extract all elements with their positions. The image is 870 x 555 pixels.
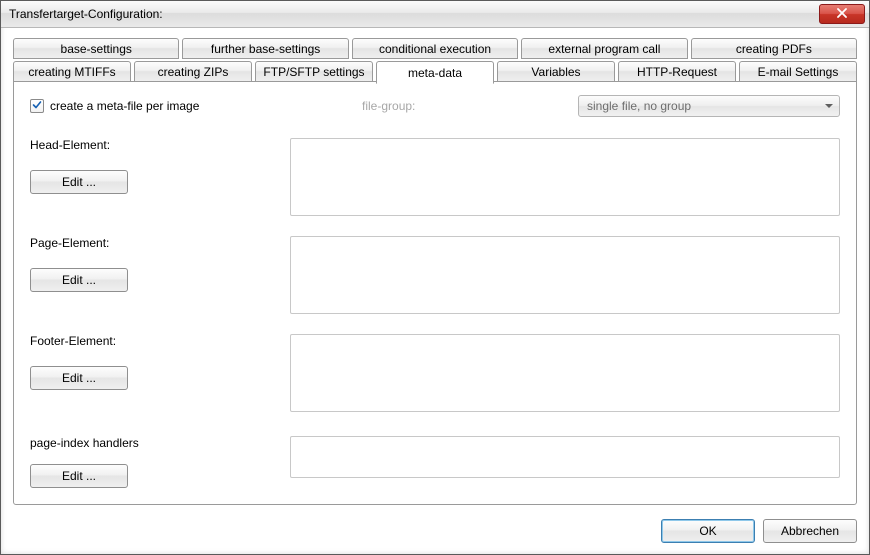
tab-variables[interactable]: Variables — [497, 61, 615, 82]
tab-further-base-settings[interactable]: further base-settings — [182, 38, 348, 59]
close-button[interactable] — [819, 4, 865, 24]
tab-ftp-sftp-settings[interactable]: FTP/SFTP settings — [255, 61, 373, 82]
tab-panel-meta-data: create a meta-file per image file-group:… — [13, 81, 857, 505]
tabs: base-settings further base-settings cond… — [13, 38, 857, 505]
head-element-textarea[interactable] — [290, 138, 840, 216]
tab-base-settings[interactable]: base-settings — [13, 38, 179, 59]
tab-email-settings[interactable]: E-mail Settings — [739, 61, 857, 82]
tab-creating-pdfs[interactable]: creating PDFs — [691, 38, 857, 59]
page-index-handlers-label: page-index handlers — [30, 436, 274, 450]
tab-label: base-settings — [61, 42, 132, 56]
checkbox-create-meta-file[interactable]: create a meta-file per image — [30, 99, 199, 113]
button-label: Edit ... — [62, 371, 96, 385]
file-group-label: file-group: — [199, 99, 578, 113]
tab-label: Variables — [531, 65, 580, 79]
section-page-index-handlers: page-index handlers Edit ... — [30, 436, 840, 488]
top-row: create a meta-file per image file-group:… — [30, 94, 840, 118]
tab-label: HTTP-Request — [637, 65, 717, 79]
head-element-label: Head-Element: — [30, 138, 274, 152]
tab-label: E-mail Settings — [758, 65, 839, 79]
dialog-window: Transfertarget-Configuration: base-setti… — [0, 0, 870, 555]
content-area: base-settings further base-settings cond… — [1, 28, 869, 515]
check-icon — [32, 99, 42, 113]
titlebar: Transfertarget-Configuration: — [1, 1, 869, 28]
checkbox-box[interactable] — [30, 99, 44, 113]
checkbox-label: create a meta-file per image — [50, 99, 199, 113]
section-page-element: Page-Element: Edit ... — [30, 236, 840, 314]
edit-index-button[interactable]: Edit ... — [30, 464, 128, 488]
tab-label: FTP/SFTP settings — [263, 65, 364, 79]
tab-label: creating ZIPs — [158, 65, 229, 79]
ok-button[interactable]: OK — [661, 519, 755, 543]
tab-label: creating PDFs — [736, 42, 812, 56]
tab-external-program-call[interactable]: external program call — [521, 38, 687, 59]
file-group-combo[interactable]: single file, no group — [578, 95, 840, 117]
edit-page-button[interactable]: Edit ... — [30, 268, 128, 292]
button-label: Edit ... — [62, 273, 96, 287]
tab-creating-zips[interactable]: creating ZIPs — [134, 61, 252, 82]
dialog-footer: OK Abbrechen — [1, 515, 869, 554]
page-index-handlers-textarea[interactable] — [290, 436, 840, 478]
tab-label: meta-data — [408, 66, 462, 80]
button-label: Edit ... — [62, 469, 96, 483]
tab-row-2: creating MTIFFs creating ZIPs FTP/SFTP s… — [13, 61, 857, 82]
close-icon — [837, 7, 847, 21]
button-label: Abbrechen — [781, 524, 839, 538]
combo-value: single file, no group — [587, 99, 691, 113]
tab-meta-data[interactable]: meta-data — [376, 61, 494, 84]
chevron-down-icon — [825, 104, 833, 108]
tab-label: creating MTIFFs — [28, 65, 115, 79]
button-label: OK — [699, 524, 716, 538]
footer-element-textarea[interactable] — [290, 334, 840, 412]
tab-creating-mtiffs[interactable]: creating MTIFFs — [13, 61, 131, 82]
edit-head-button[interactable]: Edit ... — [30, 170, 128, 194]
section-head-element: Head-Element: Edit ... — [30, 138, 840, 216]
section-footer-element: Footer-Element: Edit ... — [30, 334, 840, 412]
window-title: Transfertarget-Configuration: — [9, 7, 163, 21]
cancel-button[interactable]: Abbrechen — [763, 519, 857, 543]
page-element-label: Page-Element: — [30, 236, 274, 250]
tab-label: external program call — [548, 42, 660, 56]
edit-footer-button[interactable]: Edit ... — [30, 366, 128, 390]
footer-element-label: Footer-Element: — [30, 334, 274, 348]
page-element-textarea[interactable] — [290, 236, 840, 314]
tab-http-request[interactable]: HTTP-Request — [618, 61, 736, 82]
button-label: Edit ... — [62, 175, 96, 189]
tab-conditional-execution[interactable]: conditional execution — [352, 38, 518, 59]
tab-row-1: base-settings further base-settings cond… — [13, 38, 857, 59]
tab-label: conditional execution — [379, 42, 491, 56]
tab-label: further base-settings — [211, 42, 320, 56]
